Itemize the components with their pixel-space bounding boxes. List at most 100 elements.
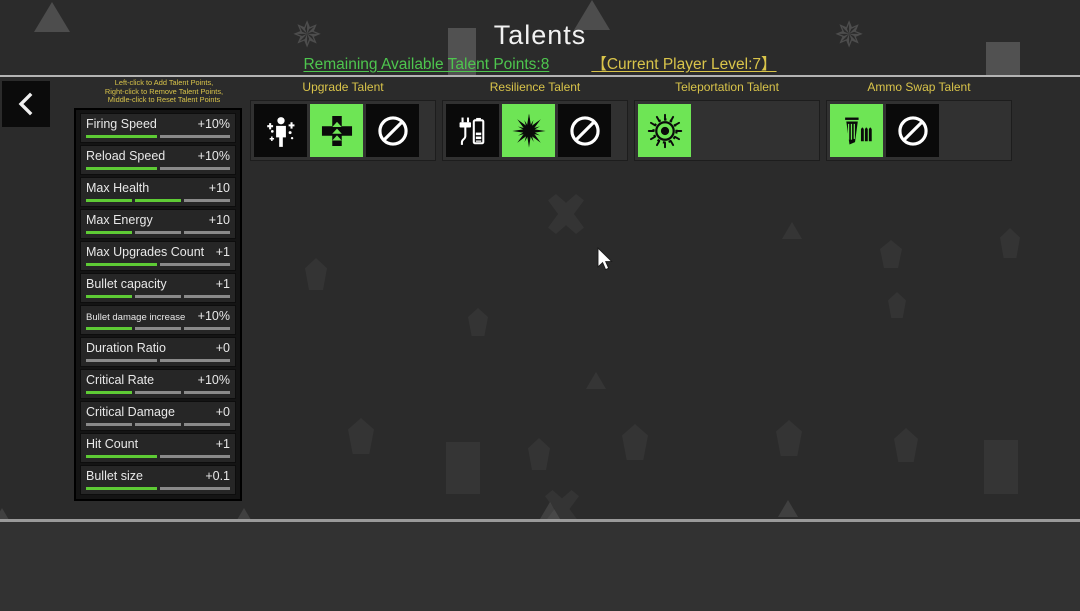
talent-slot-strip bbox=[826, 100, 1012, 161]
stat-head: Duration Ratio +0 bbox=[86, 341, 230, 355]
talent-slot-empty bbox=[942, 104, 995, 157]
stat-value: +10 bbox=[208, 181, 230, 195]
stat-row[interactable]: Max Upgrades Count +1 bbox=[80, 241, 236, 271]
stat-head: Bullet capacity +1 bbox=[86, 277, 230, 291]
stat-bar-segment bbox=[135, 231, 181, 234]
stat-value: +0.1 bbox=[205, 469, 230, 483]
stat-bar bbox=[86, 295, 230, 298]
stat-bar-segment bbox=[184, 295, 230, 298]
decor-rect bbox=[984, 440, 1018, 494]
stat-row[interactable]: Hit Count +1 bbox=[80, 433, 236, 463]
stat-row[interactable]: Bullet size +0.1 bbox=[80, 465, 236, 495]
stat-bar bbox=[86, 135, 230, 138]
stat-bar-segment bbox=[135, 327, 181, 330]
talent-column: Upgrade Talent bbox=[250, 80, 436, 161]
stat-head: Bullet size +0.1 bbox=[86, 469, 230, 483]
stat-value: +10% bbox=[197, 117, 230, 131]
stat-row[interactable]: Reload Speed +10% bbox=[80, 145, 236, 175]
talent-column-title: Upgrade Talent bbox=[302, 80, 384, 94]
stat-row[interactable]: Critical Damage +0 bbox=[80, 401, 236, 431]
decor-rect bbox=[446, 442, 480, 494]
stat-bar bbox=[86, 359, 230, 362]
plug-battery-icon bbox=[459, 117, 484, 145]
stat-label: Duration Ratio bbox=[86, 341, 166, 355]
talent-column-title: Ammo Swap Talent bbox=[867, 80, 971, 94]
stat-bar-segment bbox=[135, 391, 181, 394]
decor-pentagon bbox=[894, 428, 918, 462]
stat-bar bbox=[86, 167, 230, 170]
stat-head: Critical Damage +0 bbox=[86, 405, 230, 419]
talent-slot[interactable] bbox=[638, 104, 691, 157]
stat-bar-segment bbox=[86, 263, 157, 266]
stat-row[interactable]: Critical Rate +10% bbox=[80, 369, 236, 399]
talent-slot[interactable] bbox=[310, 104, 363, 157]
talent-slot-empty bbox=[694, 104, 747, 157]
stat-row[interactable]: Firing Speed +10% bbox=[80, 113, 236, 143]
stat-bar-segment bbox=[86, 199, 132, 202]
stat-value: +10 bbox=[208, 213, 230, 227]
talent-point-hints: Left-click to Add Talent Points, Right-c… bbox=[84, 78, 244, 105]
talent-slot[interactable] bbox=[446, 104, 499, 157]
person-sparkles-icon bbox=[266, 116, 294, 147]
stat-bar-segment bbox=[184, 391, 230, 394]
magazine-bullets-icon bbox=[844, 117, 872, 144]
stat-value: +1 bbox=[215, 277, 230, 291]
talent-slot[interactable] bbox=[366, 104, 419, 157]
stat-bar-segment bbox=[86, 327, 132, 330]
stat-bar-segment bbox=[86, 167, 157, 170]
talent-column-title: Teleportation Talent bbox=[675, 80, 779, 94]
stat-label: Firing Speed bbox=[86, 117, 157, 131]
decor-pentagon bbox=[305, 258, 327, 290]
stat-bar-segment bbox=[159, 167, 230, 170]
stat-value: +0 bbox=[215, 405, 230, 419]
stat-row[interactable]: Duration Ratio +0 bbox=[80, 337, 236, 367]
stat-bar-segment bbox=[135, 199, 181, 202]
stat-bar-segment bbox=[159, 359, 230, 362]
talent-column: Resilience Talent bbox=[442, 80, 628, 161]
stat-bar-segment bbox=[159, 263, 230, 266]
prohibited-icon bbox=[377, 115, 408, 146]
stat-label: Hit Count bbox=[86, 437, 139, 451]
stat-bar-segment bbox=[86, 455, 157, 458]
stat-bar-segment bbox=[184, 327, 230, 330]
talent-slot[interactable] bbox=[830, 104, 883, 157]
remaining-talent-points: Remaining Available Talent Points:8 bbox=[303, 56, 550, 73]
stat-bar bbox=[86, 327, 230, 330]
stat-bar bbox=[86, 199, 230, 202]
prohibited-icon bbox=[897, 115, 928, 146]
stat-head: Max Upgrades Count +1 bbox=[86, 245, 230, 259]
mouse-cursor-icon bbox=[597, 247, 613, 271]
talent-slot[interactable] bbox=[558, 104, 611, 157]
stat-bar-segment bbox=[86, 359, 157, 362]
decor-pentagon bbox=[888, 292, 906, 318]
talent-column-title: Resilience Talent bbox=[489, 80, 581, 94]
stat-row[interactable]: Bullet capacity +1 bbox=[80, 273, 236, 303]
decor-triangle bbox=[540, 502, 560, 519]
stat-bar-segment bbox=[159, 455, 230, 458]
back-button[interactable] bbox=[2, 81, 50, 127]
stat-row[interactable]: Bullet damage increase +10% bbox=[80, 305, 236, 335]
decor-pentagon bbox=[622, 424, 648, 460]
stat-value: +0 bbox=[215, 341, 230, 355]
talent-slot[interactable] bbox=[502, 104, 555, 157]
decor-x-shape bbox=[548, 194, 584, 234]
stat-head: Reload Speed +10% bbox=[86, 149, 230, 163]
decor-pentagon bbox=[348, 418, 374, 454]
stat-label: Max Upgrades Count bbox=[86, 245, 205, 259]
stat-value: +1 bbox=[215, 437, 230, 451]
stat-value: +10% bbox=[197, 309, 230, 323]
stat-value: +10% bbox=[197, 149, 230, 163]
stat-bar-segment bbox=[135, 423, 181, 426]
header-divider bbox=[0, 75, 1080, 77]
stat-bar-segment bbox=[86, 423, 132, 426]
stat-row[interactable]: Max Energy +10 bbox=[80, 209, 236, 239]
stat-bar-segment bbox=[184, 199, 230, 202]
talent-slot[interactable] bbox=[886, 104, 939, 157]
header: Talents Remaining Available Talent Point… bbox=[0, 0, 1080, 76]
stat-row[interactable]: Max Health +10 bbox=[80, 177, 236, 207]
talent-slot[interactable] bbox=[254, 104, 307, 157]
stat-label: Critical Damage bbox=[86, 405, 175, 419]
decor-triangle bbox=[778, 500, 798, 517]
stat-head: Hit Count +1 bbox=[86, 437, 230, 451]
decor-pentagon bbox=[528, 438, 550, 470]
